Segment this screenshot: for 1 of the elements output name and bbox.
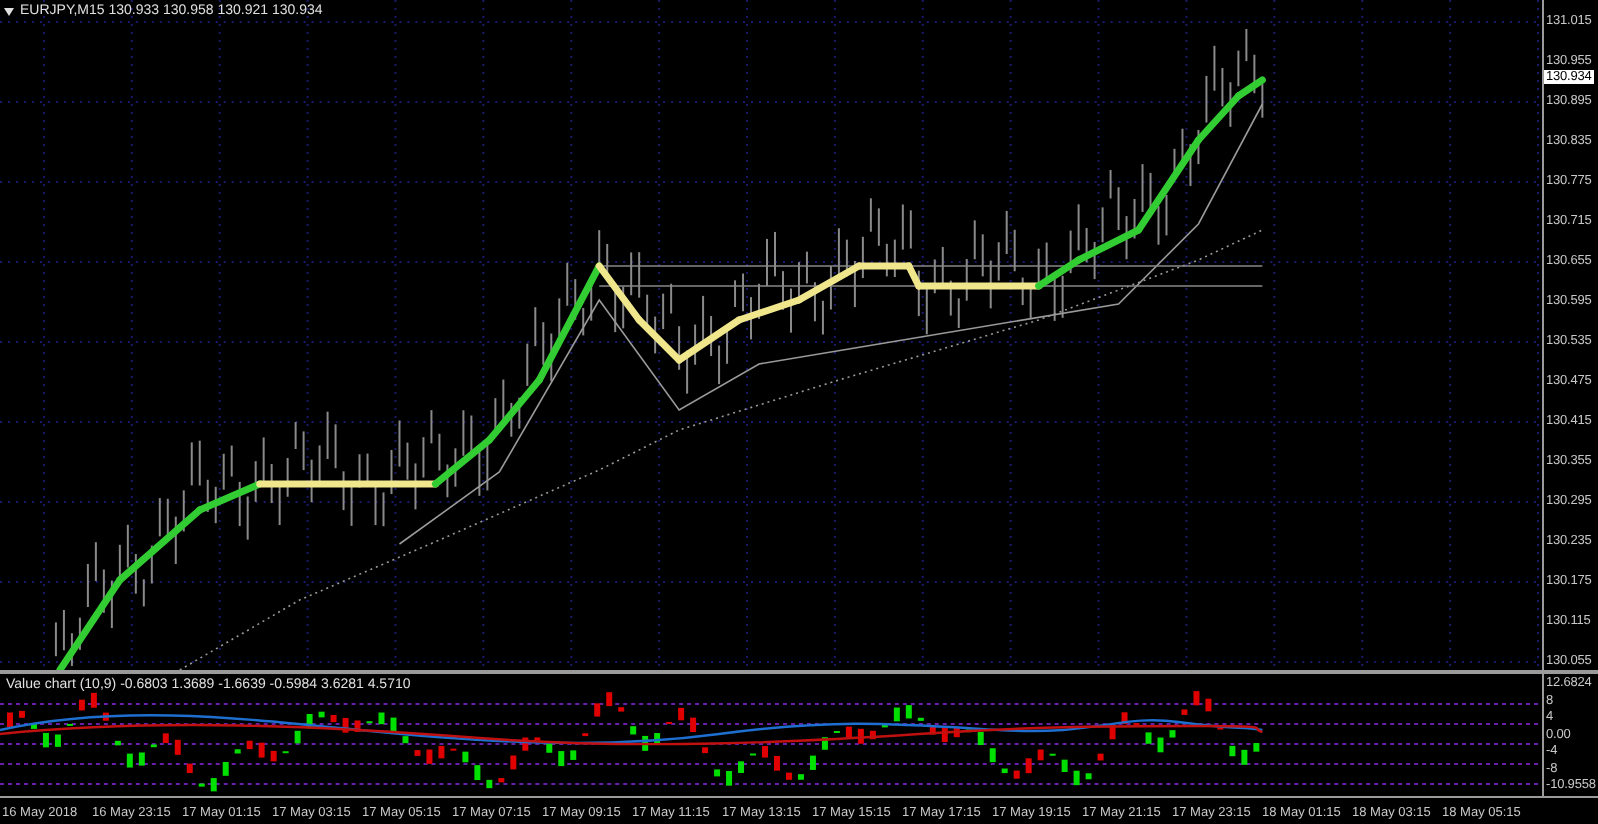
dropdown-triangle-icon[interactable] bbox=[4, 7, 14, 15]
